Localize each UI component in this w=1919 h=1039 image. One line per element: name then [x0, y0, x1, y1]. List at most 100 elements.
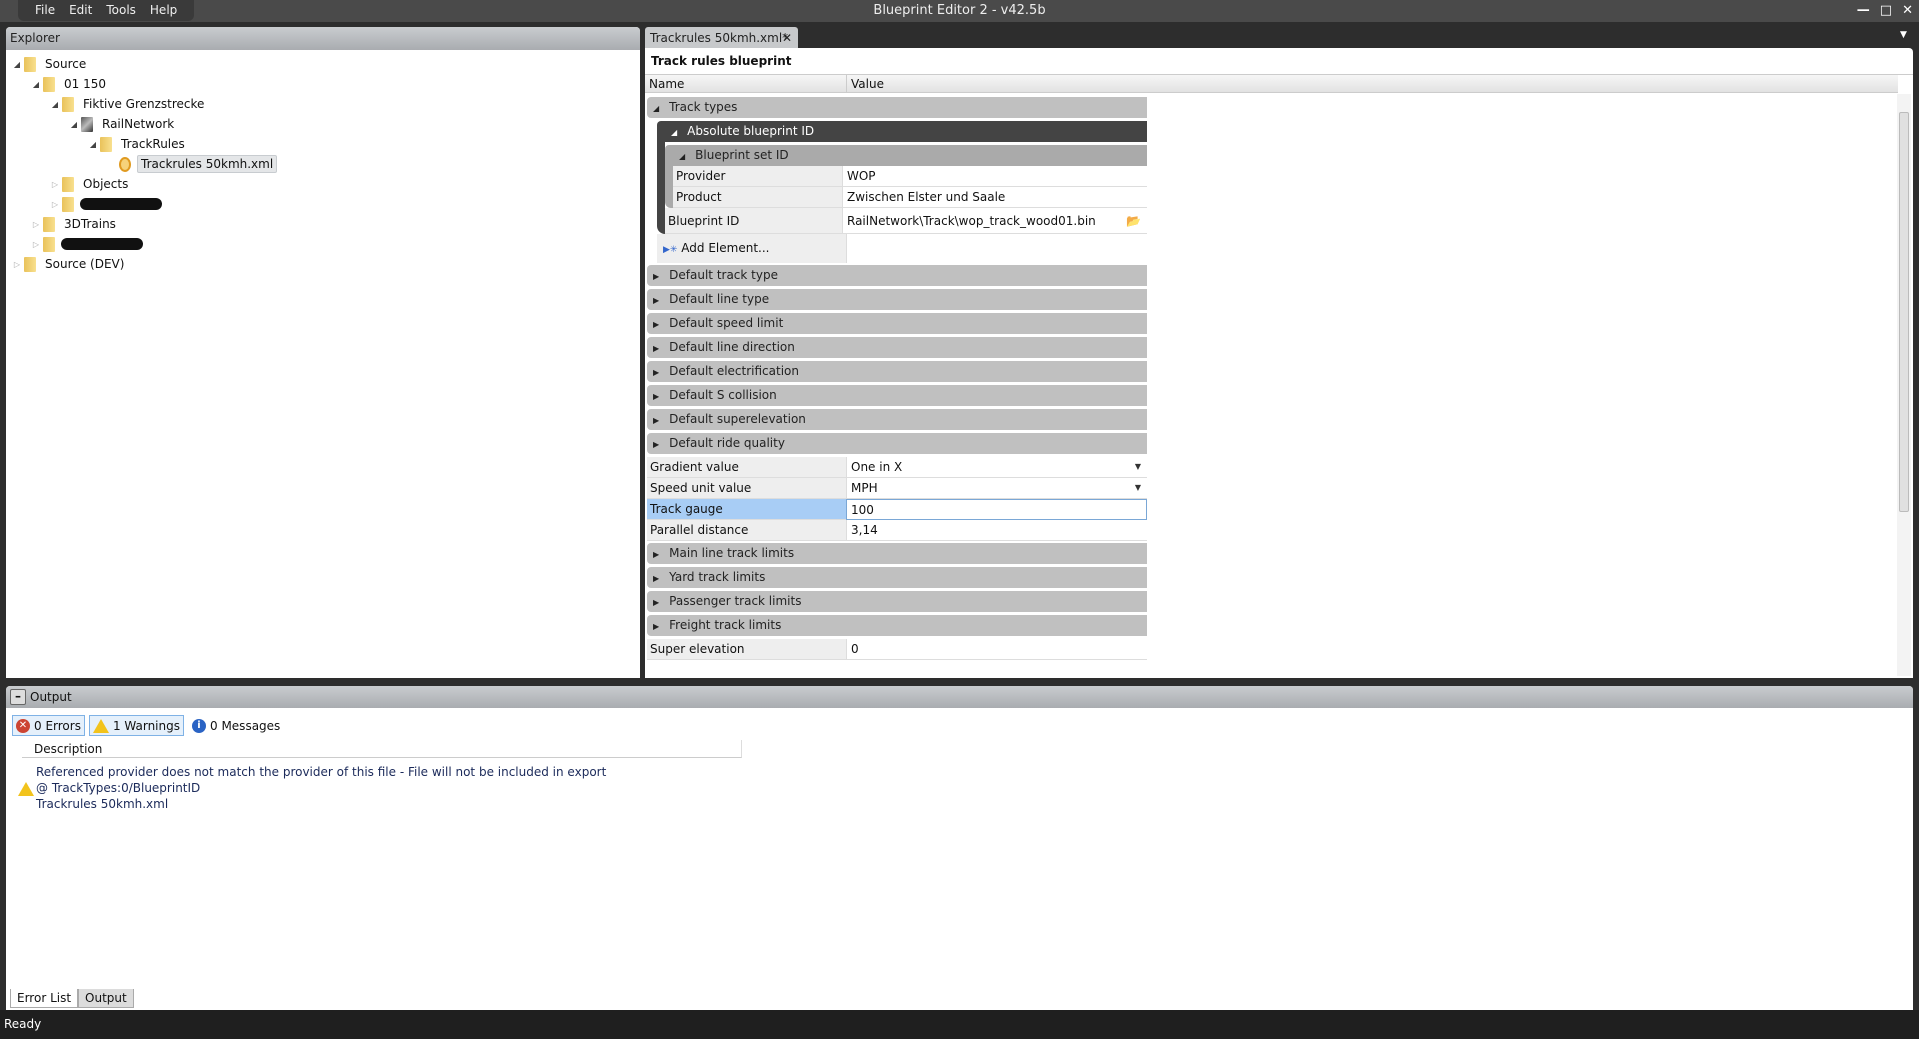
tab-trackrules[interactable]: Trackrules 50kmh.xml* ✕: [645, 27, 798, 49]
category-row[interactable]: ▶ Default S collision: [647, 385, 1147, 406]
expand-icon[interactable]: ▷: [29, 220, 43, 229]
browse-folder-icon[interactable]: 📂: [1126, 208, 1141, 234]
tree-node[interactable]: ◢ 01 150: [6, 74, 640, 94]
property-product[interactable]: Product Zwischen Elster und Saale: [673, 187, 1147, 208]
collapse-output-button[interactable]: –: [10, 689, 26, 705]
expand-icon[interactable]: ▷: [48, 200, 62, 209]
explorer-panel: Explorer ◢ Source ◢ 01 150 ◢ Fiktive Grenzstr…: [6, 27, 640, 678]
expand-icon: ▶: [653, 622, 660, 631]
tree-node[interactable]: ▷ Objects: [6, 174, 640, 194]
app-title: Blueprint Editor 2 - v42.5b: [873, 3, 1046, 18]
collapse-icon: ◢: [653, 104, 660, 113]
menu-edit[interactable]: Edit: [62, 0, 99, 21]
folder-icon: [43, 236, 55, 252]
maximize-icon[interactable]: □: [1880, 0, 1892, 21]
tree-node[interactable]: ◢ RailNetwork: [6, 114, 640, 134]
category-row[interactable]: ▶ Default line direction: [647, 337, 1147, 358]
property-super-elevation[interactable]: Super elevation 0: [647, 639, 1147, 660]
tab-error-list[interactable]: Error List: [10, 989, 79, 1008]
category-row[interactable]: ▶ Default line type: [647, 289, 1147, 310]
expand-icon: ▶: [653, 296, 660, 305]
error-list-item[interactable]: Referenced provider does not match the p…: [6, 758, 1913, 812]
window-controls: — □ ✕: [1857, 0, 1913, 21]
expand-icon: ▶: [653, 598, 660, 607]
property-row[interactable]: Gradient value One in X ▼: [647, 457, 1147, 478]
menu-file[interactable]: File: [28, 0, 62, 21]
collapse-icon[interactable]: ◢: [67, 120, 81, 129]
grid-header: Name Value: [645, 75, 1898, 93]
category-absolute-blueprint-id[interactable]: ◢ Absolute blueprint ID: [665, 121, 1147, 142]
status-bar: Ready: [0, 1010, 1919, 1039]
collapse-icon[interactable]: ◢: [29, 80, 43, 89]
folder-icon: [24, 256, 36, 272]
tree-node-label: 01 150: [64, 77, 106, 91]
vertical-scrollbar[interactable]: [1897, 94, 1911, 676]
menu-help[interactable]: Help: [143, 0, 184, 21]
property-row[interactable]: Speed unit value MPH ▼: [647, 478, 1147, 499]
collapse-icon[interactable]: ◢: [10, 60, 24, 69]
column-value[interactable]: Value: [846, 75, 1092, 92]
expand-icon: ▶: [653, 550, 660, 559]
category-track-types[interactable]: ◢ Track types: [647, 97, 1147, 118]
collapse-icon: ◢: [671, 128, 678, 137]
tree-node[interactable]: ◢ TrackRules: [6, 134, 640, 154]
expand-icon[interactable]: ▷: [10, 260, 24, 269]
menu-tools[interactable]: Tools: [99, 0, 143, 21]
collapse-icon[interactable]: ◢: [86, 140, 100, 149]
tree-node[interactable]: ◢ Source: [6, 54, 640, 74]
close-tab-icon[interactable]: ✕: [782, 27, 792, 49]
description-column-header[interactable]: Description: [22, 740, 742, 758]
expand-icon: ▶: [653, 368, 660, 377]
category-row[interactable]: ▶ Freight track limits: [647, 615, 1147, 636]
warnings-filter-button[interactable]: 1 Warnings: [88, 715, 184, 736]
tree-node[interactable]: ▷ Source (DEV): [6, 254, 640, 274]
tree-node-label: Trackrules 50kmh.xml: [137, 155, 278, 173]
tab-output[interactable]: Output: [78, 989, 134, 1008]
category-row[interactable]: ▶ Default ride quality: [647, 433, 1147, 454]
column-name[interactable]: Name: [645, 75, 846, 92]
redacted-label: [80, 198, 162, 210]
category-row[interactable]: ▶ Main line track limits: [647, 543, 1147, 564]
category-row[interactable]: ▶ Yard track limits: [647, 567, 1147, 588]
close-icon[interactable]: ✕: [1902, 0, 1913, 21]
folder-icon: [43, 76, 55, 92]
category-row[interactable]: ▶ Default electrification: [647, 361, 1147, 382]
tree-node-label: RailNetwork: [102, 117, 175, 131]
category-blueprint-set-id[interactable]: ◢ Blueprint set ID: [673, 145, 1147, 166]
tree-node[interactable]: ▷ 3DTrains: [6, 214, 640, 234]
collapse-icon[interactable]: ◢: [48, 100, 62, 109]
tree-node[interactable]: ▷: [6, 234, 640, 254]
category-row[interactable]: ▶ Default superelevation: [647, 409, 1147, 430]
tree-node[interactable]: Trackrules 50kmh.xml: [6, 154, 640, 174]
add-element-row[interactable]: ▶✳ Add Element...: [657, 234, 1147, 263]
errors-filter-button[interactable]: ✕ 0 Errors: [12, 715, 85, 736]
error-icon: ✕: [16, 718, 30, 733]
property-provider[interactable]: Provider WOP: [673, 166, 1147, 187]
dropdown-arrow-icon[interactable]: ▼: [1135, 478, 1141, 498]
tab-label: Trackrules 50kmh.xml*: [650, 31, 789, 45]
tree-node[interactable]: ◢ Fiktive Grenzstrecke: [6, 94, 640, 114]
tab-list-dropdown-icon[interactable]: ▼: [1900, 30, 1907, 40]
collapse-icon: ◢: [679, 152, 686, 161]
messages-filter-button[interactable]: i0 Messages: [188, 715, 284, 736]
minimize-icon[interactable]: —: [1857, 0, 1870, 21]
dropdown-arrow-icon[interactable]: ▼: [1135, 457, 1141, 477]
scroll-thumb[interactable]: [1899, 112, 1909, 512]
property-blueprint-id[interactable]: Blueprint ID RailNetwork\Track\wop_track_…: [665, 208, 1147, 234]
tree-node-label: Objects: [83, 177, 129, 191]
expand-icon[interactable]: ▷: [48, 180, 62, 189]
tree-node-label: Fiktive Grenzstrecke: [83, 97, 205, 111]
category-row[interactable]: ▶ Default speed limit: [647, 313, 1147, 334]
menu-bar: File Edit Tools Help: [18, 0, 195, 21]
tree-node-label: 3DTrains: [64, 217, 116, 231]
category-row[interactable]: ▶ Passenger track limits: [647, 591, 1147, 612]
property-row[interactable]: Track gauge 100: [647, 499, 1147, 520]
rail-icon: [81, 116, 93, 132]
redacted-label: [61, 238, 143, 250]
expand-icon[interactable]: ▷: [29, 240, 43, 249]
property-row[interactable]: Parallel distance 3,14: [647, 520, 1147, 541]
tree-node-label: Source: [45, 57, 87, 71]
expand-icon: ▶: [653, 272, 660, 281]
category-row[interactable]: ▶ Default track type: [647, 265, 1147, 286]
tree-node[interactable]: ▷: [6, 194, 640, 214]
